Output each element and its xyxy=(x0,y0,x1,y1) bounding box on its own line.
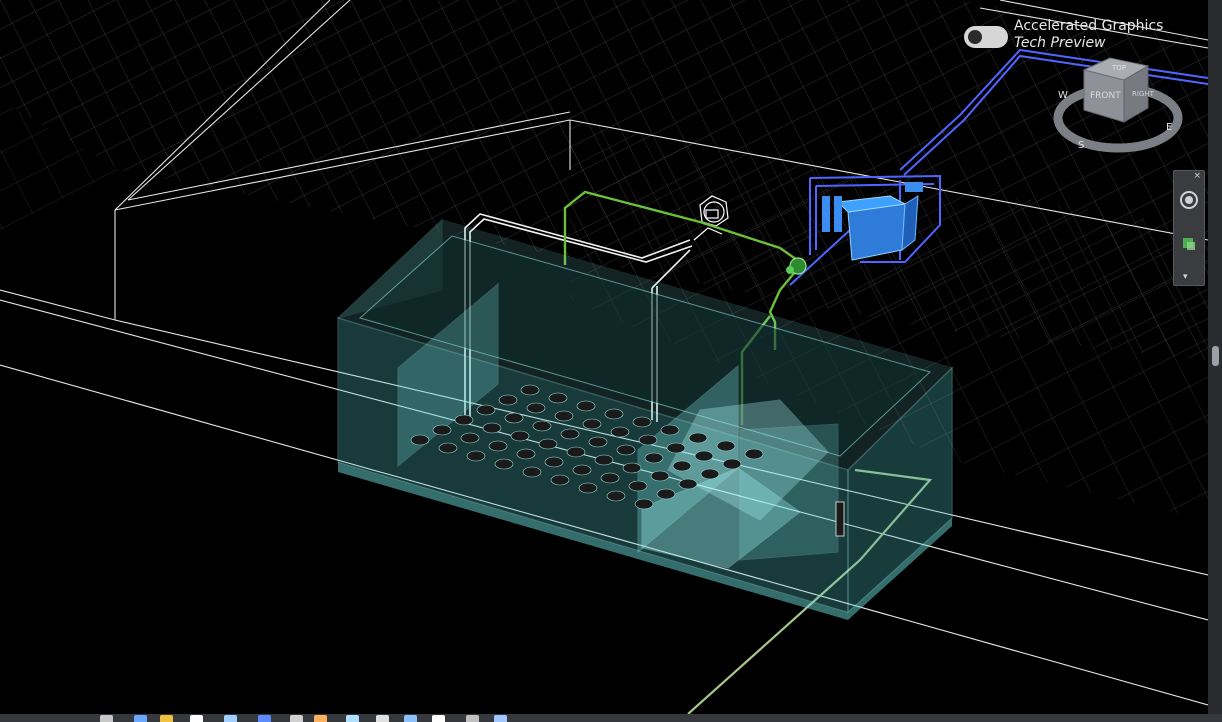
app-icon-13[interactable] xyxy=(466,715,479,722)
diffuser-disc xyxy=(594,454,614,466)
3d-model-scene xyxy=(0,0,1208,714)
diffuser-disc xyxy=(722,458,742,470)
diffuser-disc xyxy=(410,434,430,446)
diffuser-disc xyxy=(538,438,558,450)
diffuser-disc xyxy=(548,392,568,404)
navigation-bar: × ▾ xyxy=(1173,170,1205,286)
diffuser-disc xyxy=(544,456,564,468)
diffuser-disc xyxy=(694,450,714,462)
diffuser-disc xyxy=(566,446,586,458)
diffuser-disc xyxy=(572,464,592,476)
diffuser-disc xyxy=(610,426,630,438)
diffuser-disc xyxy=(638,434,658,446)
viewcube-right-label: RIGHT xyxy=(1132,90,1155,98)
diffuser-disc xyxy=(560,428,580,440)
diffuser-disc xyxy=(672,460,692,472)
toggle-knob xyxy=(968,30,982,44)
diffuser-disc xyxy=(550,474,570,486)
diffuser-disc xyxy=(660,424,680,436)
scrollbar-thumb[interactable] xyxy=(1212,346,1219,366)
diffuser-disc xyxy=(582,418,602,430)
diffuser-disc xyxy=(554,410,574,422)
diffuser-disc xyxy=(606,490,626,502)
app-icon-1[interactable] xyxy=(100,715,113,722)
diffuser-disc xyxy=(504,412,524,424)
diffuser-disc xyxy=(744,448,764,460)
diffuser-disc xyxy=(656,488,676,500)
diffuser-disc xyxy=(700,468,720,480)
app-icon-10[interactable] xyxy=(376,715,389,722)
taskbar xyxy=(0,714,1222,722)
diffuser-disc xyxy=(522,466,542,478)
diffuser-disc xyxy=(516,448,536,460)
diffuser-disc xyxy=(460,432,480,444)
diffuser-disc xyxy=(678,478,698,490)
diffuser-disc xyxy=(650,470,670,482)
accelerated-graphics-toggle[interactable] xyxy=(964,26,1008,48)
diffuser-disc xyxy=(532,420,552,432)
diffuser-disc xyxy=(634,498,654,510)
viewcube-front-label: FRONT xyxy=(1090,91,1121,101)
diffuser-disc xyxy=(666,442,686,454)
tech-preview-label: Tech Preview xyxy=(1014,35,1106,51)
app-icon-6[interactable] xyxy=(258,715,271,722)
diffuser-disc xyxy=(488,440,508,452)
diffuser-disc xyxy=(454,414,474,426)
app-icon-5[interactable] xyxy=(224,715,237,722)
accelerated-graphics-panel: Accelerated Graphics Tech Preview xyxy=(964,18,1163,52)
diffuser-disc xyxy=(526,402,546,414)
diffuser-disc xyxy=(510,430,530,442)
diffuser-disc xyxy=(578,482,598,494)
diffuser-disc xyxy=(588,436,608,448)
diffuser-disc xyxy=(616,444,636,456)
orbit-icon[interactable] xyxy=(1178,189,1200,211)
navbar-close-button[interactable]: × xyxy=(1193,172,1201,181)
view-icon[interactable] xyxy=(1178,233,1200,255)
diffuser-disc xyxy=(432,424,452,436)
accelerated-graphics-label: Accelerated Graphics Tech Preview xyxy=(1014,18,1163,52)
viewcube-top-label: TOP xyxy=(1111,64,1126,72)
app-icon-2[interactable] xyxy=(134,715,147,722)
diffuser-disc xyxy=(716,440,736,452)
compass-w-label[interactable]: W xyxy=(1058,90,1068,101)
compass-s-label[interactable]: S xyxy=(1078,140,1084,151)
app-icon-7[interactable] xyxy=(290,715,303,722)
diffuser-disc xyxy=(622,462,642,474)
diffuser-disc xyxy=(644,452,664,464)
app-icon-9[interactable] xyxy=(346,715,359,722)
navbar-options-button[interactable]: ▾ xyxy=(1183,273,1188,282)
app-icon-11[interactable] xyxy=(404,715,417,722)
viewcube[interactable]: FRONT TOP RIGHT W S E xyxy=(1050,52,1184,162)
compass-e-label[interactable]: E xyxy=(1166,122,1172,133)
app-icon-4[interactable] xyxy=(190,715,203,722)
diffuser-disc xyxy=(438,442,458,454)
diffuser-disc xyxy=(520,384,540,396)
diffuser-disc xyxy=(576,400,596,412)
diffuser-disc xyxy=(476,404,496,416)
model-viewport[interactable]: Accelerated Graphics Tech Preview FRONT … xyxy=(0,0,1222,722)
app-icon-12[interactable] xyxy=(432,715,445,722)
diffuser-disc xyxy=(498,394,518,406)
app-icon-3[interactable] xyxy=(160,715,173,722)
app-icon-8[interactable] xyxy=(314,715,327,722)
diffuser-disc xyxy=(600,472,620,484)
diffuser-disc xyxy=(632,416,652,428)
diffuser-disc xyxy=(482,422,502,434)
vertical-scrollbar[interactable] xyxy=(1208,0,1222,714)
diffuser-disc xyxy=(688,432,708,444)
app-icon-14[interactable] xyxy=(494,715,507,722)
diffuser-disc xyxy=(466,450,486,462)
diffuser-disc xyxy=(604,408,624,420)
diffuser-disc xyxy=(628,480,648,492)
diffuser-disc xyxy=(494,458,514,470)
accelerated-graphics-title: Accelerated Graphics xyxy=(1014,18,1164,34)
